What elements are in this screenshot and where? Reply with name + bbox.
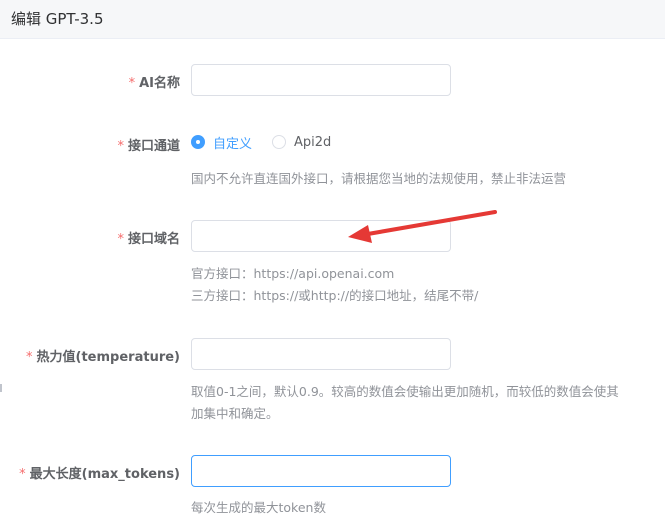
required-mark: *: [19, 467, 26, 482]
ai-name-input[interactable]: [191, 64, 451, 96]
domain-hint-official: 官方接口：https://api.openai.com: [191, 266, 395, 281]
radio-label-api2d: Api2d: [294, 134, 332, 150]
required-mark: *: [128, 76, 136, 91]
temperature-hint-line1: 取值0-1之间，默认0.9。较高的数值会使输出更加随机，而较低的数值会使其: [191, 384, 619, 399]
label-text: 热力值(temperature): [36, 350, 180, 365]
annotation-arrow-icon: [348, 210, 497, 243]
label-text: 最大长度(max_tokens): [29, 467, 180, 482]
radio-checked-icon: [191, 135, 205, 149]
max-tokens-hint: 每次生成的最大token数: [191, 500, 326, 515]
field-label-max-tokens: * 最大长度(max_tokens): [19, 463, 180, 482]
radio-label-custom: 自定义: [213, 136, 253, 152]
dialog-title: 编辑 GPT-3.5: [11, 10, 104, 28]
temperature-input[interactable]: [191, 338, 451, 370]
channel-radio-group: 自定义 Api2d: [191, 132, 351, 152]
field-label-ai-name: * AI名称: [129, 72, 180, 91]
label-text: AI名称: [139, 76, 180, 91]
field-label-temperature: * 热力值(temperature): [26, 346, 180, 365]
label-text: 接口通道: [127, 139, 180, 154]
dialog-header: 编辑 GPT-3.5: [0, 0, 665, 39]
field-label-domain: * 接口域名: [117, 228, 180, 247]
domain-hint-third-party: 三方接口：https://或http://的接口地址，结尾不带/: [191, 288, 479, 303]
required-mark: *: [117, 232, 124, 247]
scroll-edge-marker: [0, 384, 2, 392]
temperature-hint-line2: 加集中和确定。: [191, 406, 279, 421]
required-mark: *: [26, 350, 33, 365]
field-label-channel: * 接口通道: [117, 135, 180, 154]
required-mark: *: [117, 139, 124, 154]
radio-unchecked-icon: [272, 135, 287, 149]
channel-hint: 国内不允许直连国外接口，请根据您当地的法规使用，禁止非法运营: [191, 171, 567, 186]
radio-api2d[interactable]: Api2d: [272, 135, 331, 150]
radio-custom[interactable]: 自定义: [191, 133, 252, 152]
label-text: 接口域名: [127, 232, 180, 247]
edit-model-page: 编辑 GPT-3.5 * AI名称 * 接口通道 自定义 Api2d 国内不允许直连…: [0, 0, 665, 527]
max-tokens-input[interactable]: [191, 455, 451, 487]
